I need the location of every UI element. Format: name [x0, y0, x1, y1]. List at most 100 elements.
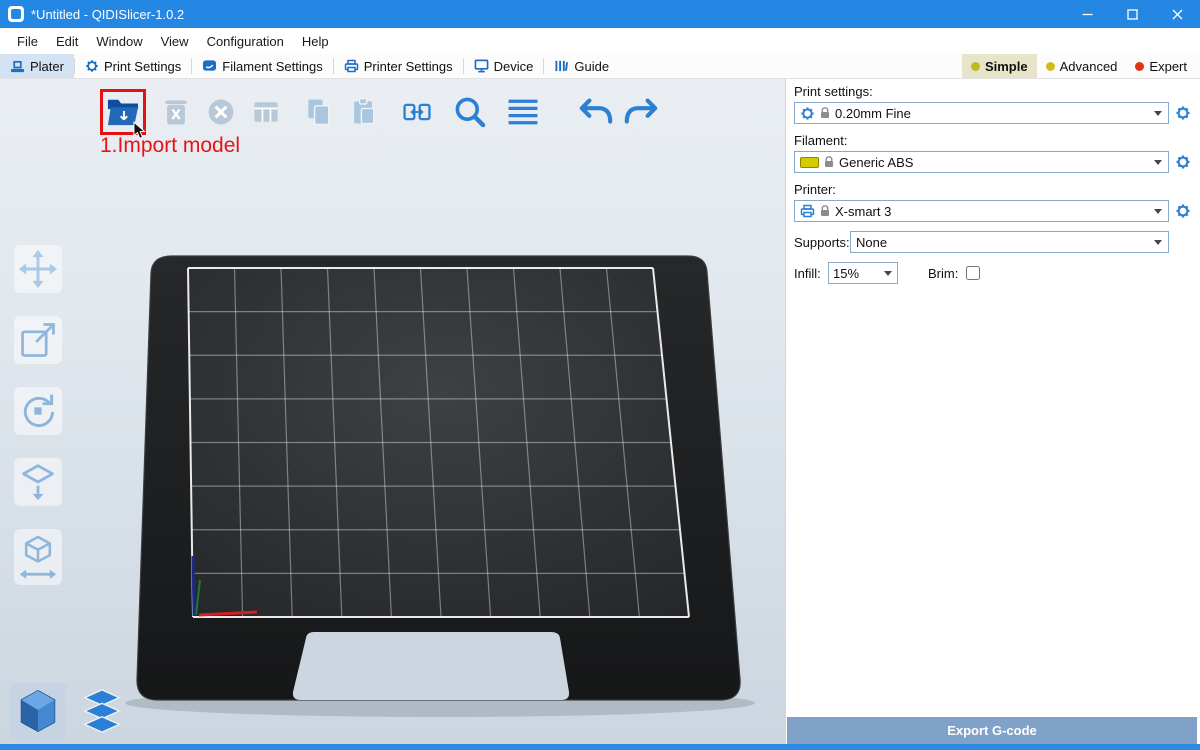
printer-bed — [0, 79, 785, 744]
move-tool-button[interactable] — [14, 245, 62, 293]
chevron-down-icon — [1154, 240, 1162, 245]
paste-button[interactable] — [346, 94, 382, 130]
brim-checkbox[interactable] — [966, 266, 980, 280]
print-settings-gear-button[interactable] — [1174, 105, 1192, 121]
3d-editor-view-icon — [16, 688, 60, 734]
arrange-button[interactable] — [248, 94, 284, 130]
print-settings-label: Print settings: — [794, 84, 1192, 99]
bed-handle-cutout — [293, 632, 569, 700]
menu-item-configuration[interactable]: Configuration — [198, 28, 293, 54]
plater-toolbar — [100, 89, 668, 135]
close-button[interactable] — [1155, 0, 1200, 28]
mode-simple[interactable]: Simple — [962, 54, 1037, 78]
view-switch-toolbar — [10, 683, 130, 739]
printer-label: Printer: — [794, 182, 1192, 197]
search-button[interactable] — [452, 94, 488, 130]
preview-layers-icon — [79, 688, 125, 734]
tab-guide[interactable]: Guide — [544, 54, 619, 78]
minimize-button[interactable] — [1065, 0, 1110, 28]
tab-print-settings-label: Print Settings — [104, 59, 181, 74]
gear-icon — [1175, 154, 1191, 170]
print-settings-value: 0.20mm Fine — [835, 106, 1149, 121]
export-gcode-button[interactable]: Export G-code — [787, 717, 1197, 744]
mode-expert[interactable]: Expert — [1126, 54, 1196, 78]
scale-to-fit-tool-button[interactable] — [14, 529, 62, 585]
menu-item-file[interactable]: File — [8, 28, 47, 54]
close-icon — [1172, 9, 1183, 20]
maximize-icon — [1127, 9, 1138, 20]
menu-item-view[interactable]: View — [152, 28, 198, 54]
plater-icon — [10, 59, 25, 74]
mode-switcher: Simple Advanced Expert — [962, 54, 1200, 78]
printer-value: X-smart 3 — [835, 204, 1149, 219]
infill-value: 15% — [833, 266, 880, 281]
supports-label: Supports: — [794, 235, 850, 250]
app-logo-icon — [8, 6, 24, 22]
tabbar: Plater Print Settings Filament Settings … — [0, 54, 1200, 79]
filament-gear-button[interactable] — [1174, 154, 1192, 170]
supports-value: None — [856, 235, 1149, 250]
scale-icon — [18, 320, 58, 360]
lock-icon — [820, 205, 830, 217]
filament-icon — [202, 59, 217, 73]
tab-filament-settings-label: Filament Settings — [222, 59, 322, 74]
expert-mode-icon — [1135, 62, 1144, 71]
brim-label: Brim: — [928, 266, 958, 281]
settings-sidebar: Print settings: 0.20mm Fine Filament: Ge… — [785, 79, 1200, 744]
3d-editor-view-button[interactable] — [10, 683, 66, 739]
rotate-tool-button[interactable] — [14, 387, 62, 435]
redo-button[interactable] — [623, 94, 659, 130]
3d-viewport[interactable]: 1.Import model — [0, 79, 785, 744]
object-manipulation-toolbar — [14, 245, 62, 585]
mode-advanced[interactable]: Advanced — [1037, 54, 1127, 78]
infill-select[interactable]: 15% — [828, 262, 898, 284]
menu-item-help[interactable]: Help — [293, 28, 338, 54]
copy-icon — [303, 96, 335, 128]
chevron-down-icon — [884, 271, 892, 276]
maximize-button[interactable] — [1110, 0, 1155, 28]
undo-button[interactable] — [578, 94, 614, 130]
print-settings-select[interactable]: 0.20mm Fine — [794, 102, 1169, 124]
split-objects-button[interactable] — [399, 94, 435, 130]
undo-icon — [578, 95, 614, 129]
tab-device-label: Device — [494, 59, 534, 74]
printer-gear-button[interactable] — [1174, 203, 1192, 219]
scale-to-fit-icon — [18, 534, 58, 580]
delete-all-button[interactable] — [203, 94, 239, 130]
place-on-face-tool-button[interactable] — [14, 458, 62, 506]
paste-icon — [348, 96, 380, 128]
filament-select[interactable]: Generic ABS — [794, 151, 1169, 173]
printer-select[interactable]: X-smart 3 — [794, 200, 1169, 222]
gear-icon — [1175, 203, 1191, 219]
chevron-down-icon — [1154, 111, 1162, 116]
menu-item-window[interactable]: Window — [87, 28, 151, 54]
printer-icon — [344, 59, 359, 73]
scale-tool-button[interactable] — [14, 316, 62, 364]
printer-icon — [800, 204, 815, 218]
lock-icon — [824, 156, 834, 168]
menubar: File Edit Window View Configuration Help — [0, 28, 1200, 54]
delete-trash-icon — [160, 96, 192, 128]
window-title: *Untitled - QIDISlicer-1.0.2 — [31, 7, 184, 22]
split-objects-icon — [401, 96, 433, 128]
z-axis-indicator — [193, 556, 194, 616]
variable-layer-height-button[interactable] — [505, 94, 541, 130]
tab-printer-settings[interactable]: Printer Settings — [334, 54, 463, 78]
window-controls — [1065, 0, 1200, 28]
chevron-down-icon — [1154, 160, 1162, 165]
place-on-face-icon — [18, 462, 58, 502]
preview-layers-button[interactable] — [74, 683, 130, 739]
copy-button[interactable] — [301, 94, 337, 130]
menu-item-edit[interactable]: Edit — [47, 28, 87, 54]
tab-plater[interactable]: Plater — [0, 54, 74, 78]
tab-print-settings[interactable]: Print Settings — [75, 54, 191, 78]
mode-advanced-label: Advanced — [1060, 59, 1118, 74]
tab-filament-settings[interactable]: Filament Settings — [192, 54, 332, 78]
tab-guide-label: Guide — [574, 59, 609, 74]
titlebar: *Untitled - QIDISlicer-1.0.2 — [0, 0, 1200, 28]
gear-icon — [85, 59, 99, 73]
redo-icon — [623, 95, 659, 129]
supports-select[interactable]: None — [850, 231, 1169, 253]
delete-button[interactable] — [158, 94, 194, 130]
tab-device[interactable]: Device — [464, 54, 544, 78]
